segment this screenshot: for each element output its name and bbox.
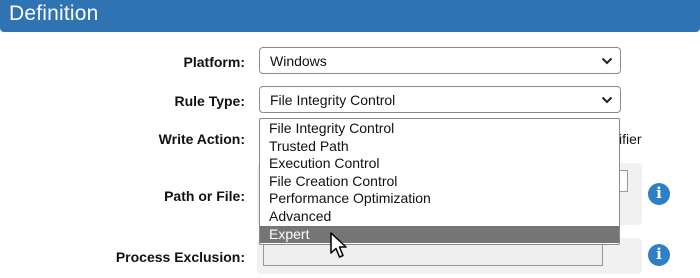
section-header: Definition xyxy=(0,0,700,32)
platform-label: Platform: xyxy=(183,54,245,70)
option-file-creation-control[interactable]: File Creation Control xyxy=(260,173,619,191)
process-exclusion-label: Process Exclusion: xyxy=(115,249,245,265)
option-file-integrity-control[interactable]: File Integrity Control xyxy=(260,120,619,138)
rule-type-select-value: File Integrity Control xyxy=(270,92,396,108)
process-exclusion-input[interactable] xyxy=(263,244,603,266)
option-expert[interactable]: Expert xyxy=(260,225,619,244)
option-advanced[interactable]: Advanced xyxy=(260,208,619,226)
option-performance-optimization[interactable]: Performance Optimization xyxy=(260,190,619,208)
info-icon[interactable]: i xyxy=(648,244,670,266)
mouse-pointer-icon xyxy=(330,232,347,258)
section-title: Definition xyxy=(9,2,99,25)
rule-type-dropdown-list[interactable]: File Integrity Control Trusted Path Exec… xyxy=(259,118,620,245)
option-execution-control[interactable]: Execution Control xyxy=(260,155,619,173)
chevron-down-icon xyxy=(601,96,613,104)
platform-select[interactable]: Windows xyxy=(259,47,621,74)
path-or-file-label: Path or File: xyxy=(164,188,245,204)
chevron-down-icon xyxy=(601,57,613,65)
option-trusted-path[interactable]: Trusted Path xyxy=(260,138,619,156)
write-action-partial-text: ifier xyxy=(619,131,642,147)
write-action-label: Write Action: xyxy=(158,131,245,147)
info-icon[interactable]: i xyxy=(648,183,670,205)
rule-type-label: Rule Type: xyxy=(174,93,245,109)
rule-type-select[interactable]: File Integrity Control xyxy=(259,86,621,113)
platform-select-value: Windows xyxy=(270,53,327,69)
